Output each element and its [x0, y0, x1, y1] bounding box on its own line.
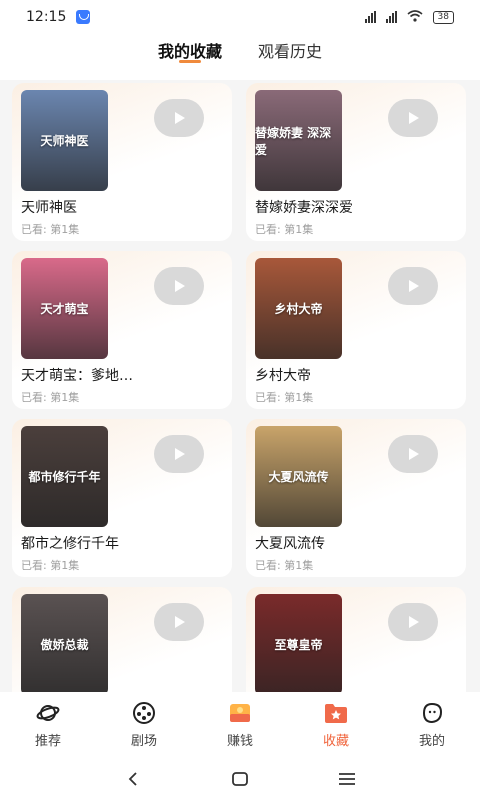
back-arrow-icon — [129, 772, 137, 786]
play-icon — [409, 280, 419, 292]
play-icon — [175, 616, 185, 628]
favorite-card[interactable]: 天师神医 天师神医 已看: 第1集 — [12, 83, 232, 241]
poster-title-text: 至尊皇帝 — [274, 638, 323, 652]
play-button[interactable] — [154, 267, 204, 305]
drama-title: 大夏风流传 — [255, 536, 325, 552]
signal-icon — [364, 11, 376, 23]
play-icon — [175, 112, 185, 124]
status-time: 12:15 — [26, 9, 67, 25]
play-button[interactable] — [154, 435, 204, 473]
favorite-card[interactable]: 乡村大帝 乡村大帝 已看: 第1集 — [246, 251, 466, 409]
favorite-card[interactable]: 替嫁娇妻 深深爱替嫁娇妻深深爱 已看: 第1集 — [246, 83, 466, 241]
drama-title: 替嫁娇妻深深爱 — [255, 200, 353, 216]
play-button[interactable] — [388, 435, 438, 473]
drama-title: 乡村大帝 — [255, 368, 311, 384]
poster-image[interactable]: 天才萌宝 — [21, 258, 108, 359]
menu-button[interactable] — [332, 764, 362, 794]
battery-indicator: 38 — [432, 10, 454, 24]
back-button[interactable] — [118, 764, 148, 794]
play-button[interactable] — [154, 603, 204, 641]
home-square-icon — [232, 772, 248, 786]
wifi-icon — [407, 9, 423, 25]
watch-progress: 已看: 第1集 — [21, 391, 80, 404]
bottom-nav: 推荐 剧场 赚钱 收藏 我的 — [0, 692, 480, 758]
tab-history[interactable]: 观看历史 — [258, 34, 322, 80]
favorite-card[interactable]: 大夏风流传 大夏风流传 已看: 第1集 — [246, 419, 466, 577]
play-button[interactable] — [388, 603, 438, 641]
poster-title-text: 天师神医 — [40, 134, 89, 148]
watch-progress: 已看: 第1集 — [255, 559, 314, 572]
poster-image[interactable]: 天师神医 — [21, 90, 108, 191]
nav-recommend[interactable]: 推荐 — [13, 700, 83, 749]
home-button[interactable] — [225, 764, 255, 794]
nav-mine-label: 我的 — [418, 734, 445, 749]
poster-image[interactable]: 都市修行千年 — [21, 426, 108, 527]
poster-title-text: 乡村大帝 — [274, 302, 323, 316]
notification-app-icon — [76, 10, 91, 24]
poster-image[interactable]: 大夏风流传 — [255, 426, 342, 527]
tab-favorites-label: 我的收藏 — [157, 42, 222, 61]
poster-image[interactable]: 至尊皇帝 — [255, 594, 342, 692]
play-button[interactable] — [154, 99, 204, 137]
poster-image[interactable]: 替嫁娇妻 深深爱 — [255, 90, 342, 191]
menu-lines-icon — [338, 773, 355, 785]
poster-image[interactable]: 乡村大帝 — [255, 258, 342, 359]
watch-progress: 已看: 第1集 — [255, 223, 314, 236]
nav-favorites-label: 收藏 — [322, 734, 349, 749]
favorite-card[interactable]: 至尊皇帝 — [246, 587, 466, 692]
status-left: 12:15 — [26, 9, 91, 25]
drama-title: 都市之修行千年 — [21, 536, 119, 552]
poster-image[interactable]: 傲娇总裁 — [21, 594, 108, 692]
status-bar: 12:15 38 — [0, 0, 480, 34]
play-icon — [175, 448, 185, 460]
system-navigation-bar — [0, 758, 480, 800]
favorite-card[interactable]: 傲娇总裁 — [12, 587, 232, 692]
play-icon — [409, 112, 419, 124]
coin-icon — [227, 700, 253, 726]
profile-icon — [419, 700, 445, 726]
poster-title-text: 天才萌宝 — [40, 302, 89, 316]
favorites-grid: 天师神医 天师神医 已看: 第1集 替嫁娇妻 深深爱 替嫁娇妻深深爱 已看: 第1集 天才萌… — [0, 80, 480, 692]
nav-favorites[interactable]: 收藏 — [301, 700, 371, 749]
top-tabs: 我的收藏 观看历史 — [0, 34, 480, 80]
play-icon — [409, 616, 419, 628]
signal-icon-2 — [385, 11, 397, 23]
poster-title-text: 都市修行千年 — [28, 470, 101, 484]
watch-progress: 已看: 第1集 — [255, 391, 314, 404]
poster-title-text: 替嫁娇妻 深深爱 — [255, 125, 332, 157]
status-right: 38 — [364, 9, 454, 25]
play-button[interactable] — [388, 267, 438, 305]
poster-title-text: 傲娇总裁 — [40, 638, 89, 652]
favorite-card[interactable]: 都市修行千年都市之修行千年 已看: 第1集 — [12, 419, 232, 577]
film-reel-icon — [131, 700, 157, 726]
tab-favorites[interactable]: 我的收藏 — [158, 34, 222, 80]
nav-mine[interactable]: 我的 — [397, 700, 467, 749]
favorite-card[interactable]: 天才萌宝天才萌宝：爹地… 已看: 第1集 — [12, 251, 232, 409]
play-icon — [175, 280, 185, 292]
nav-theater-label: 剧场 — [130, 734, 157, 749]
planet-icon — [35, 700, 61, 726]
watch-progress: 已看: 第1集 — [21, 559, 80, 572]
nav-earn-label: 赚钱 — [226, 734, 253, 749]
active-tab-indicator — [178, 60, 201, 63]
drama-title: 天师神医 — [21, 200, 77, 216]
nav-recommend-label: 推荐 — [34, 734, 61, 749]
folder-star-icon — [323, 700, 349, 726]
watch-progress: 已看: 第1集 — [21, 223, 80, 236]
nav-earn[interactable]: 赚钱 — [205, 700, 275, 749]
play-icon — [409, 448, 419, 460]
play-button[interactable] — [388, 99, 438, 137]
drama-title: 天才萌宝：爹地… — [21, 368, 133, 384]
tab-history-label: 观看历史 — [258, 42, 323, 61]
nav-theater[interactable]: 剧场 — [109, 700, 179, 749]
poster-title-text: 大夏风流传 — [268, 470, 329, 484]
